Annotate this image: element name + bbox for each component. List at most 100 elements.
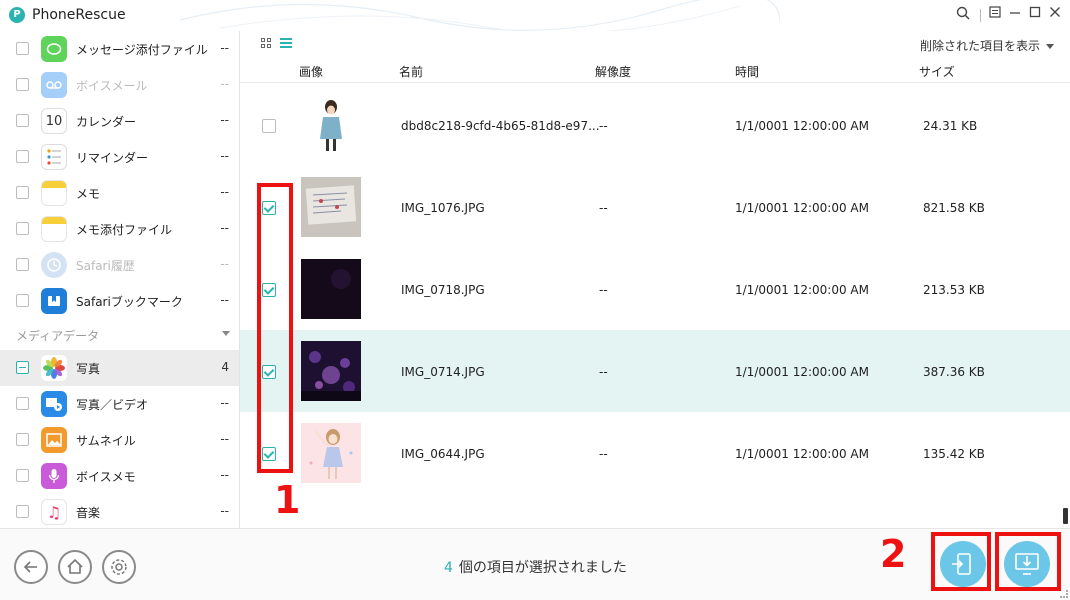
sidebar-item-photos[interactable]: 写真 4	[0, 350, 239, 386]
image-thumbnail	[301, 177, 361, 237]
image-thumbnail	[301, 95, 361, 155]
file-resolution: --	[599, 365, 608, 379]
file-resolution: --	[599, 283, 608, 297]
sidebar-item-thumbnails[interactable]: サムネイル --	[0, 422, 239, 458]
file-name: IMG_0718.JPG	[401, 283, 485, 297]
list-view-icon[interactable]	[280, 38, 292, 49]
sidebar-item-count: --	[220, 149, 229, 163]
category-sidebar: メッセージ添付ファイル -- ボイスメール -- 10 カレンダー -- リマイ…	[0, 31, 240, 528]
settings-button[interactable]	[102, 550, 136, 584]
vertical-scrollbar[interactable]	[1063, 508, 1068, 524]
home-button[interactable]	[58, 550, 92, 584]
sidebar-item-notes[interactable]: メモ --	[0, 175, 239, 211]
column-header-resolution[interactable]: 解像度	[595, 63, 631, 80]
maximize-icon[interactable]	[1026, 6, 1044, 24]
calendar-icon: 10	[41, 108, 67, 134]
selection-status: 4 個の項目が選択されました	[444, 557, 627, 577]
back-button[interactable]	[14, 550, 48, 584]
sidebar-item-voice-memos[interactable]: ボイスメモ --	[0, 458, 239, 494]
sidebar-item-label: Safariブックマーク	[76, 295, 183, 309]
sidebar-item-label: 写真	[76, 362, 101, 376]
photos-icon	[41, 355, 67, 381]
file-time: 1/1/0001 12:00:00 AM	[735, 447, 869, 461]
search-icon[interactable]	[954, 6, 972, 24]
sidebar-item-safari-bookmarks[interactable]: Safariブックマーク --	[0, 283, 239, 319]
table-row[interactable]: dbd8c218-9cfd-4b65-81d8-e97... -- 1/1/00…	[240, 84, 1070, 166]
section-collapse-icon[interactable]	[222, 331, 230, 336]
reminders-icon	[41, 144, 67, 170]
sidebar-item-notes-attachments[interactable]: メモ添付ファイル --	[0, 211, 239, 247]
file-resolution: --	[599, 201, 608, 215]
sidebar-checkbox[interactable]	[16, 150, 29, 163]
sidebar-item-label: 音楽	[76, 506, 101, 520]
sidebar-checkbox[interactable]	[16, 294, 29, 307]
sidebar-item-label: ボイスメモ	[76, 470, 136, 484]
resize-grip-icon[interactable]	[1060, 590, 1068, 598]
file-resolution: --	[599, 119, 608, 133]
show-deleted-dropdown[interactable]: 削除された項目を表示	[920, 37, 1054, 54]
sidebar-checkbox[interactable]	[16, 258, 29, 271]
sidebar-checkbox[interactable]	[16, 505, 29, 518]
sidebar-item-music[interactable]: ♫ 音楽 --	[0, 494, 239, 528]
sidebar-checkbox[interactable]	[16, 361, 29, 374]
title-decoration	[180, 0, 780, 31]
selection-status-text: 個の項目が選択されました	[458, 560, 627, 576]
sidebar-checkbox[interactable]	[16, 114, 29, 127]
selected-count: 4	[444, 560, 453, 576]
file-size: 24.31 KB	[923, 119, 978, 133]
chevron-down-icon	[1046, 44, 1054, 49]
column-header-size[interactable]: サイズ	[919, 63, 955, 80]
table-header: 画像 名前 解像度 時間 サイズ	[240, 59, 1070, 83]
table-row[interactable]: IMG_0644.JPG -- 1/1/0001 12:00:00 AM 135…	[240, 412, 1070, 494]
table-row[interactable]: IMG_0718.JPG -- 1/1/0001 12:00:00 AM 213…	[240, 248, 1070, 330]
column-header-image[interactable]: 画像	[299, 63, 323, 80]
sidebar-item-label: リマインダー	[76, 151, 149, 165]
sidebar-item-reminders[interactable]: リマインダー --	[0, 139, 239, 175]
table-row[interactable]: IMG_1076.JPG -- 1/1/0001 12:00:00 AM 821…	[240, 166, 1070, 248]
annotation-box-device-button	[931, 532, 991, 591]
file-time: 1/1/0001 12:00:00 AM	[735, 365, 869, 379]
file-name: IMG_1076.JPG	[401, 201, 485, 215]
sidebar-item-label: ボイスメール	[76, 79, 148, 93]
sidebar-item-count: --	[220, 77, 229, 91]
image-thumbnail	[301, 341, 361, 401]
sidebar-item-count: --	[220, 432, 229, 446]
table-row[interactable]: IMG_0714.JPG -- 1/1/0001 12:00:00 AM 387…	[240, 330, 1070, 412]
sidebar-item-label: カレンダー	[76, 115, 137, 129]
sidebar-checkbox[interactable]	[16, 42, 29, 55]
file-size: 135.42 KB	[923, 447, 985, 461]
sidebar-checkbox[interactable]	[16, 433, 29, 446]
sidebar-item-calendar[interactable]: 10 カレンダー --	[0, 103, 239, 139]
sidebar-item-voicemail[interactable]: ボイスメール --	[0, 67, 239, 103]
sidebar-checkbox[interactable]	[16, 397, 29, 410]
sidebar-item-label: メモ添付ファイル	[76, 223, 173, 237]
file-name: IMG_0644.JPG	[401, 447, 485, 461]
notes-icon	[41, 180, 67, 206]
image-thumbnail	[301, 423, 361, 483]
close-icon[interactable]	[1046, 6, 1064, 24]
sidebar-checkbox[interactable]	[16, 186, 29, 199]
minimize-icon[interactable]	[1006, 6, 1024, 24]
sidebar-checkbox[interactable]	[16, 222, 29, 235]
file-name: dbd8c218-9cfd-4b65-81d8-e97...	[401, 119, 600, 133]
image-thumbnail	[301, 259, 361, 319]
list-toolbar: 削除された項目を表示	[240, 31, 1070, 55]
sidebar-checkbox[interactable]	[16, 469, 29, 482]
sidebar-checkbox[interactable]	[16, 78, 29, 91]
media-data-section-label: メディアデータ	[16, 329, 100, 343]
sidebar-item-message-attachments[interactable]: メッセージ添付ファイル --	[0, 31, 239, 67]
file-list-panel: 削除された項目を表示 画像 名前 解像度 時間 サイズ dbd8c218-9cf…	[240, 31, 1070, 528]
sidebar-item-count: --	[220, 468, 229, 482]
photo-video-icon	[41, 391, 67, 417]
sidebar-item-count: 4	[221, 360, 229, 374]
file-time: 1/1/0001 12:00:00 AM	[735, 201, 869, 215]
menu-icon[interactable]	[986, 6, 1004, 24]
column-header-name[interactable]: 名前	[399, 63, 423, 80]
app-logo-icon: P	[9, 7, 25, 23]
grid-view-icon[interactable]	[261, 38, 272, 49]
sidebar-item-safari-history[interactable]: Safari履歴 --	[0, 247, 239, 283]
row-checkbox[interactable]	[262, 119, 276, 133]
column-header-time[interactable]: 時間	[735, 63, 759, 80]
sidebar-item-photo-video[interactable]: 写真／ビデオ --	[0, 386, 239, 422]
sidebar-item-label: 写真／ビデオ	[76, 398, 149, 412]
